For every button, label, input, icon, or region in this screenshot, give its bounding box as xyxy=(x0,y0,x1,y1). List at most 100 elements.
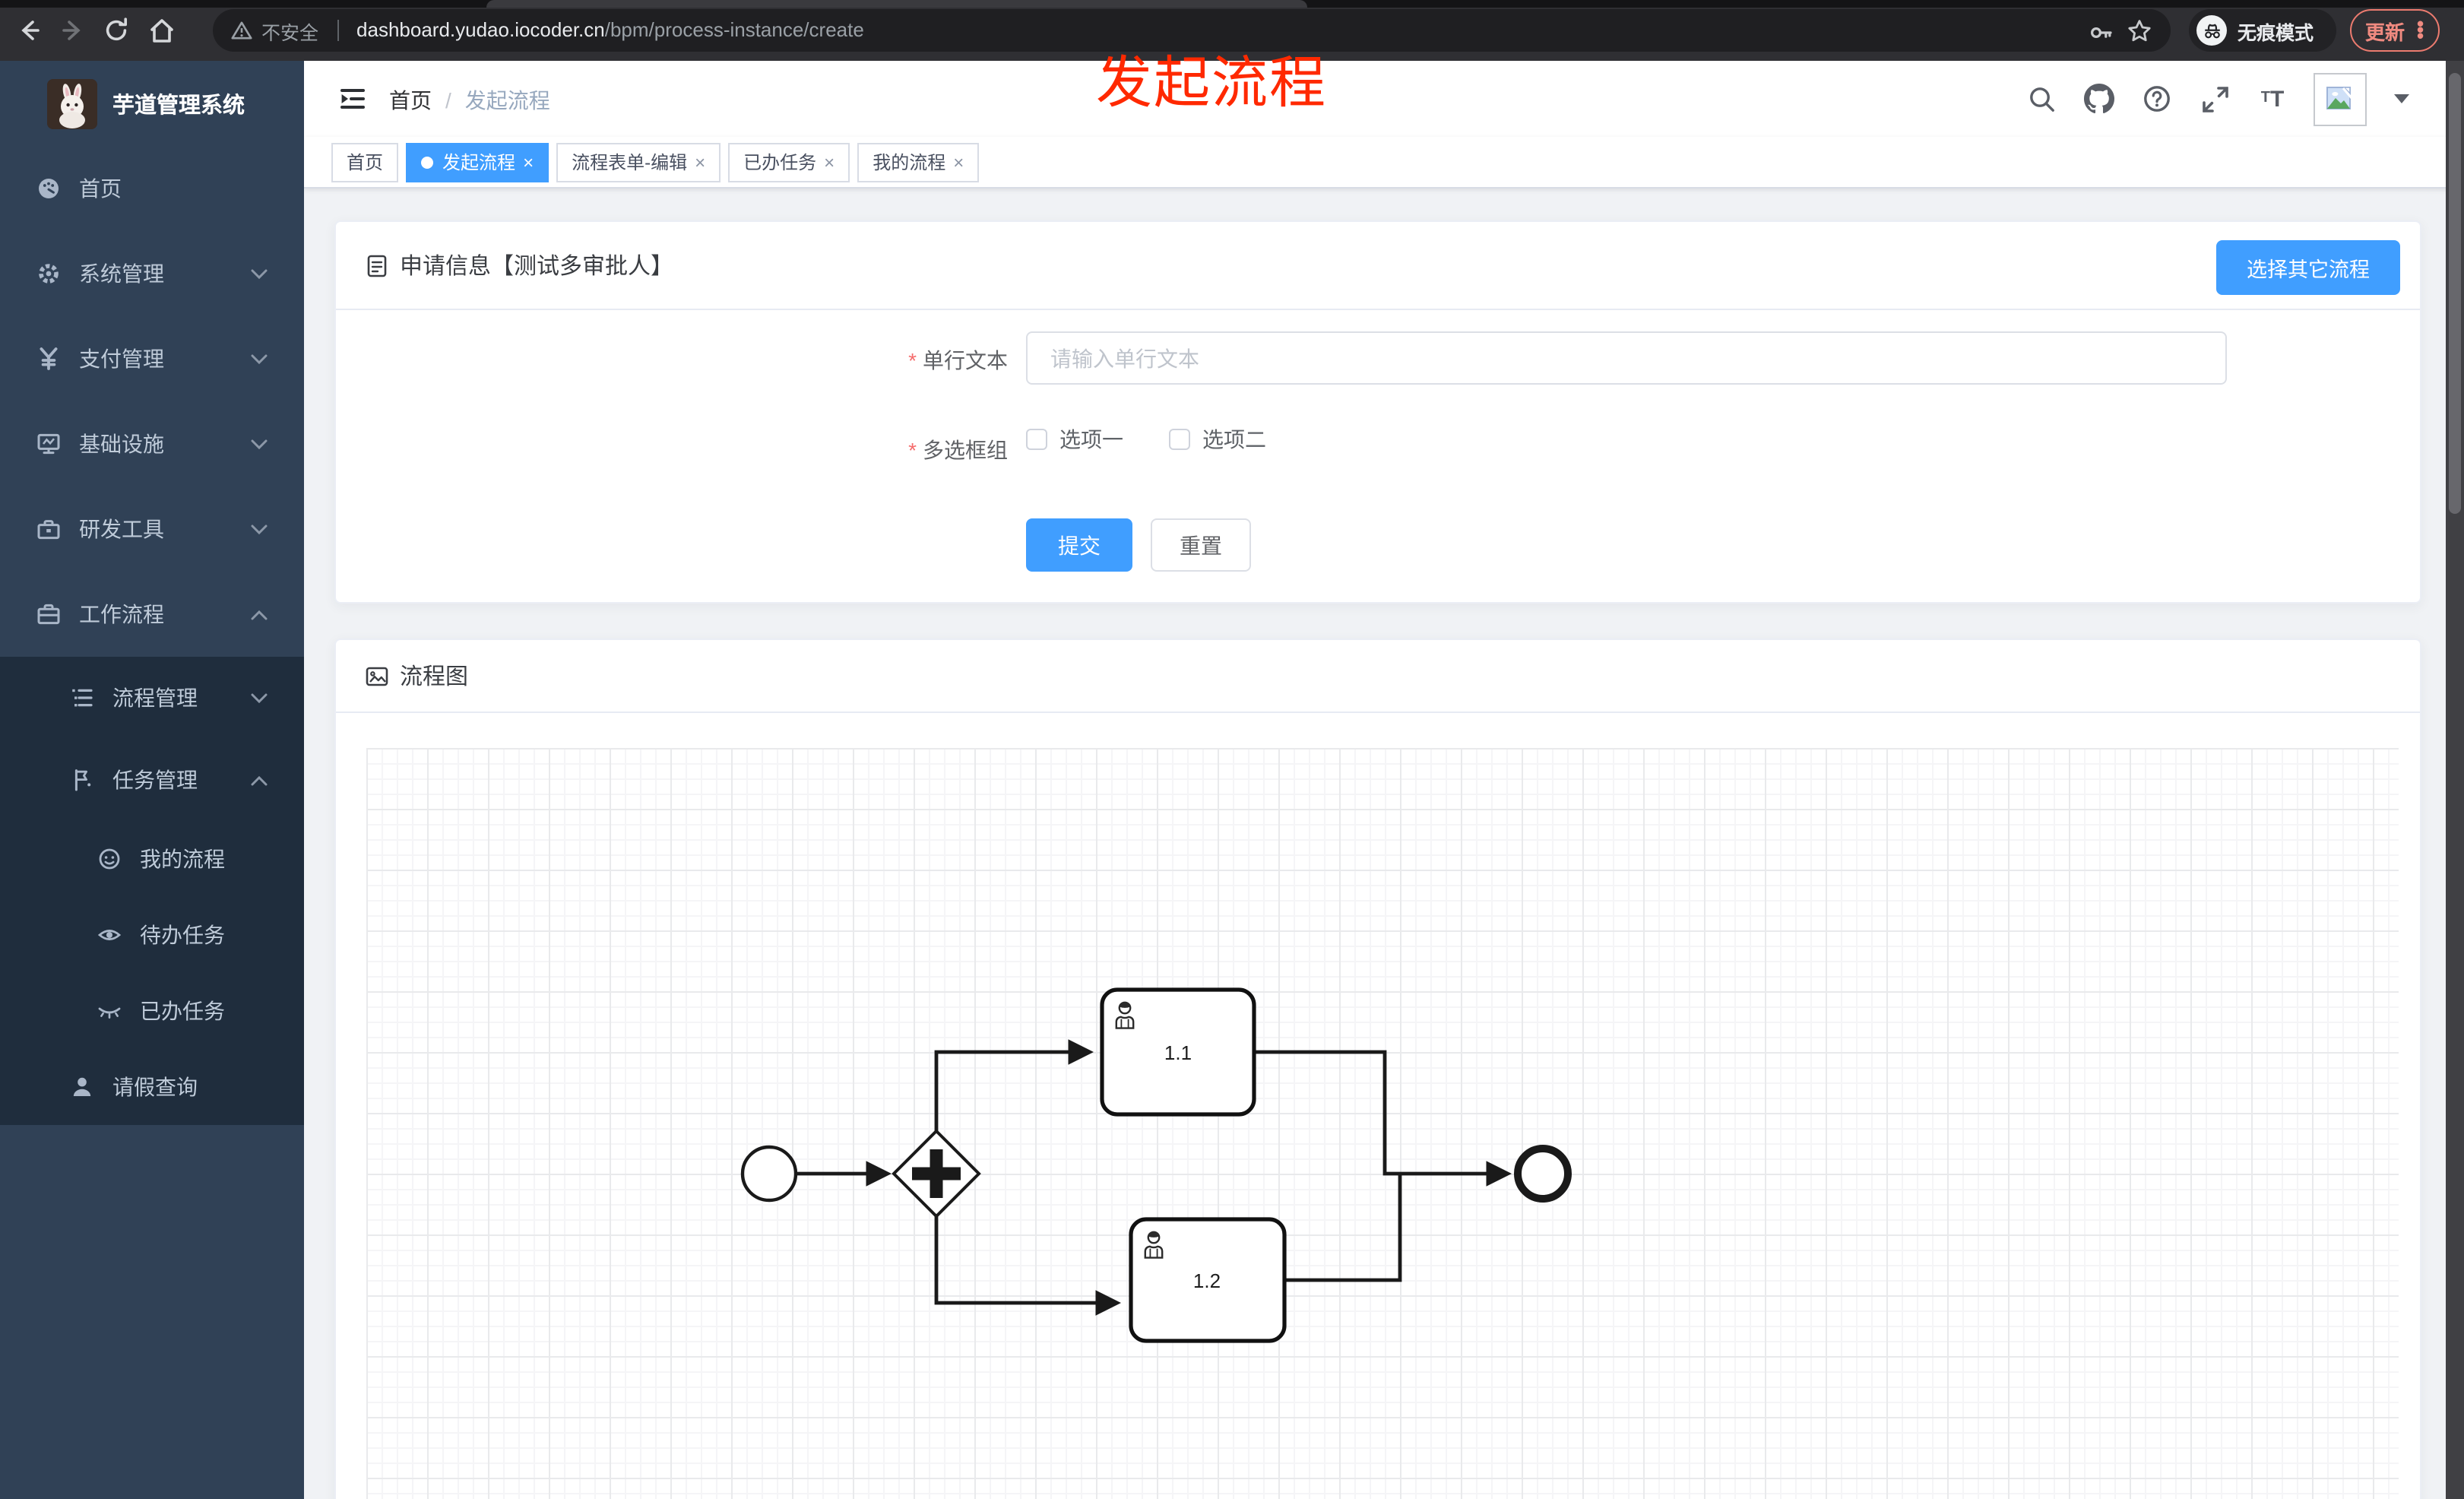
github-icon[interactable] xyxy=(2082,82,2116,116)
update-label: 更新 xyxy=(2365,21,2405,43)
sidebar-item-payment[interactable]: 支付管理 xyxy=(0,316,304,401)
checkbox-group-label: * 多选框组 xyxy=(908,438,1008,462)
app-title: 芋道管理系统 xyxy=(112,93,245,118)
apply-card-title: 申请信息【测试多审批人】 xyxy=(400,254,674,280)
checkbox-option-2[interactable]: 选项二 xyxy=(1169,424,1266,455)
browser-update-button[interactable]: 更新 • • • xyxy=(2350,9,2440,52)
password-key-icon[interactable] xyxy=(2089,17,2114,43)
app-logo-row[interactable]: 芋道管理系统 xyxy=(0,61,304,146)
select-other-process-button[interactable]: 选择其它流程 xyxy=(2216,240,2400,295)
apply-info-card: 申请信息【测试多审批人】 选择其它流程 *单行文本 *多选框组 选项一 选项二 xyxy=(334,220,2421,604)
tab-form-edit[interactable]: 流程表单-编辑 × xyxy=(556,142,721,182)
checkbox-option-1[interactable]: 选项一 xyxy=(1026,424,1123,455)
sidebar-item-my-process[interactable]: 我的流程 xyxy=(0,821,304,897)
security-label: 不安全 xyxy=(261,22,319,43)
close-icon[interactable]: × xyxy=(695,153,705,171)
bpmn-user-task-2[interactable]: 1.2 xyxy=(1129,1217,1287,1343)
tab-home[interactable]: 首页 xyxy=(331,142,399,182)
tab-done-tasks[interactable]: 已办任务 × xyxy=(728,142,850,182)
toolbox-icon xyxy=(37,520,60,540)
sidebar-collapse-icon[interactable] xyxy=(337,84,368,114)
single-line-text-input[interactable] xyxy=(1026,331,2227,385)
avatar[interactable] xyxy=(2314,72,2367,125)
tab-my-process[interactable]: 我的流程 × xyxy=(857,142,980,182)
broken-image-icon xyxy=(2326,86,2354,109)
sidebar-item-label: 请假查询 xyxy=(112,1075,198,1099)
sidebar-item-task-mgmt[interactable]: 任务管理 xyxy=(0,739,304,821)
bpmn-start-event[interactable] xyxy=(740,1145,798,1203)
submit-button[interactable]: 提交 xyxy=(1026,518,1132,572)
active-dot xyxy=(421,156,434,168)
tags-view-bar: 首页 发起流程 × 流程表单-编辑 × 已办任务 × 我的流程 × xyxy=(304,137,2464,189)
diagram-icon xyxy=(366,666,388,686)
flow-task1-to-end xyxy=(1254,1050,1512,1187)
task-label: 1.1 xyxy=(1164,1041,1192,1064)
yen-icon xyxy=(40,347,58,370)
bpmn-canvas[interactable]: 1.1 1.2 xyxy=(366,748,2399,1499)
warning-icon xyxy=(231,21,252,40)
navbar-actions: TT xyxy=(2025,61,2409,137)
browser-active-tab[interactable] xyxy=(486,0,1307,8)
sidebar-item-process-mgmt[interactable]: 流程管理 xyxy=(0,657,304,739)
bpmn-end-event[interactable] xyxy=(1514,1145,1572,1203)
chevron-down-icon xyxy=(251,269,268,280)
sidebar-item-done-tasks[interactable]: 已办任务 xyxy=(0,973,304,1049)
tab-start-process[interactable]: 发起流程 × xyxy=(406,142,549,182)
tab-label: 我的流程 xyxy=(873,152,946,173)
close-icon[interactable]: × xyxy=(953,153,964,171)
bpmn-diagram: 1.1 1.2 xyxy=(740,987,1572,1343)
app-logo xyxy=(47,78,97,128)
chevron-up-icon xyxy=(251,775,268,786)
browser-home-button[interactable] xyxy=(144,14,178,47)
breadcrumb-home[interactable]: 首页 xyxy=(389,85,432,116)
sidebar-item-todo-tasks[interactable]: 待办任务 xyxy=(0,897,304,973)
browser-reload-button[interactable] xyxy=(100,14,134,47)
bpmn-parallel-gateway[interactable] xyxy=(892,1129,981,1219)
breadcrumb: 首页 / 发起流程 xyxy=(389,85,550,116)
close-icon[interactable]: × xyxy=(523,153,534,171)
scrollbar-thumb[interactable] xyxy=(2449,73,2461,514)
reset-button[interactable]: 重置 xyxy=(1151,518,1251,572)
help-icon[interactable] xyxy=(2140,82,2174,116)
browser-scrollbar[interactable] xyxy=(2446,61,2464,1499)
flag-icon xyxy=(74,769,91,791)
sidebar-item-label: 待办任务 xyxy=(140,923,225,947)
checkbox-icon[interactable] xyxy=(1026,429,1047,450)
sidebar: 芋道管理系统 首页 系统管理 支付管理 基础设施 研发工具 工作流程 流程管理 … xyxy=(0,61,304,1499)
sidebar-item-label: 支付管理 xyxy=(79,347,164,371)
checkbox-icon[interactable] xyxy=(1169,429,1190,450)
tab-label: 首页 xyxy=(347,152,384,173)
security-chip[interactable]: 不安全 xyxy=(231,16,318,45)
sidebar-item-label: 已办任务 xyxy=(140,999,225,1023)
search-icon[interactable] xyxy=(2025,82,2058,116)
checkbox-label: 选项二 xyxy=(1202,427,1266,452)
browser-forward-button[interactable] xyxy=(56,14,90,47)
bookmark-star-icon[interactable] xyxy=(2127,17,2152,43)
browser-tabstrip xyxy=(0,0,2464,8)
sidebar-item-devtools[interactable]: 研发工具 xyxy=(0,486,304,572)
monitor-icon xyxy=(37,433,60,455)
avatar-caret-icon[interactable] xyxy=(2394,94,2409,103)
incognito-badge: 无痕模式 xyxy=(2189,9,2336,52)
close-icon[interactable]: × xyxy=(824,153,835,171)
sidebar-item-infra[interactable]: 基础设施 xyxy=(0,401,304,486)
browser-back-button[interactable] xyxy=(12,14,46,47)
sidebar-item-leave-query[interactable]: 请假查询 xyxy=(0,1049,304,1125)
chevron-up-icon xyxy=(251,610,268,620)
eye-closed-icon xyxy=(98,1007,121,1019)
sidebar-item-system[interactable]: 系统管理 xyxy=(0,231,304,316)
fullscreen-icon[interactable] xyxy=(2198,82,2231,116)
tab-label: 流程表单-编辑 xyxy=(572,152,688,173)
browser-menu-icon[interactable]: • • • xyxy=(2417,14,2424,46)
bpmn-user-task-1[interactable]: 1.1 xyxy=(1100,987,1256,1117)
font-size-icon[interactable]: TT xyxy=(2256,82,2289,116)
sidebar-item-label: 研发工具 xyxy=(79,517,164,541)
sidebar-item-workflow[interactable]: 工作流程 xyxy=(0,572,304,657)
sidebar-item-home[interactable]: 首页 xyxy=(0,146,304,231)
workflow-submenu: 流程管理 任务管理 我的流程 待办任务 已办任务 请假查询 xyxy=(0,657,304,1125)
sidebar-item-label: 首页 xyxy=(79,176,122,201)
chevron-down-icon xyxy=(251,354,268,365)
list-tree-icon xyxy=(72,689,93,707)
checkbox-label: 选项一 xyxy=(1059,427,1123,452)
incognito-icon xyxy=(2196,15,2227,46)
